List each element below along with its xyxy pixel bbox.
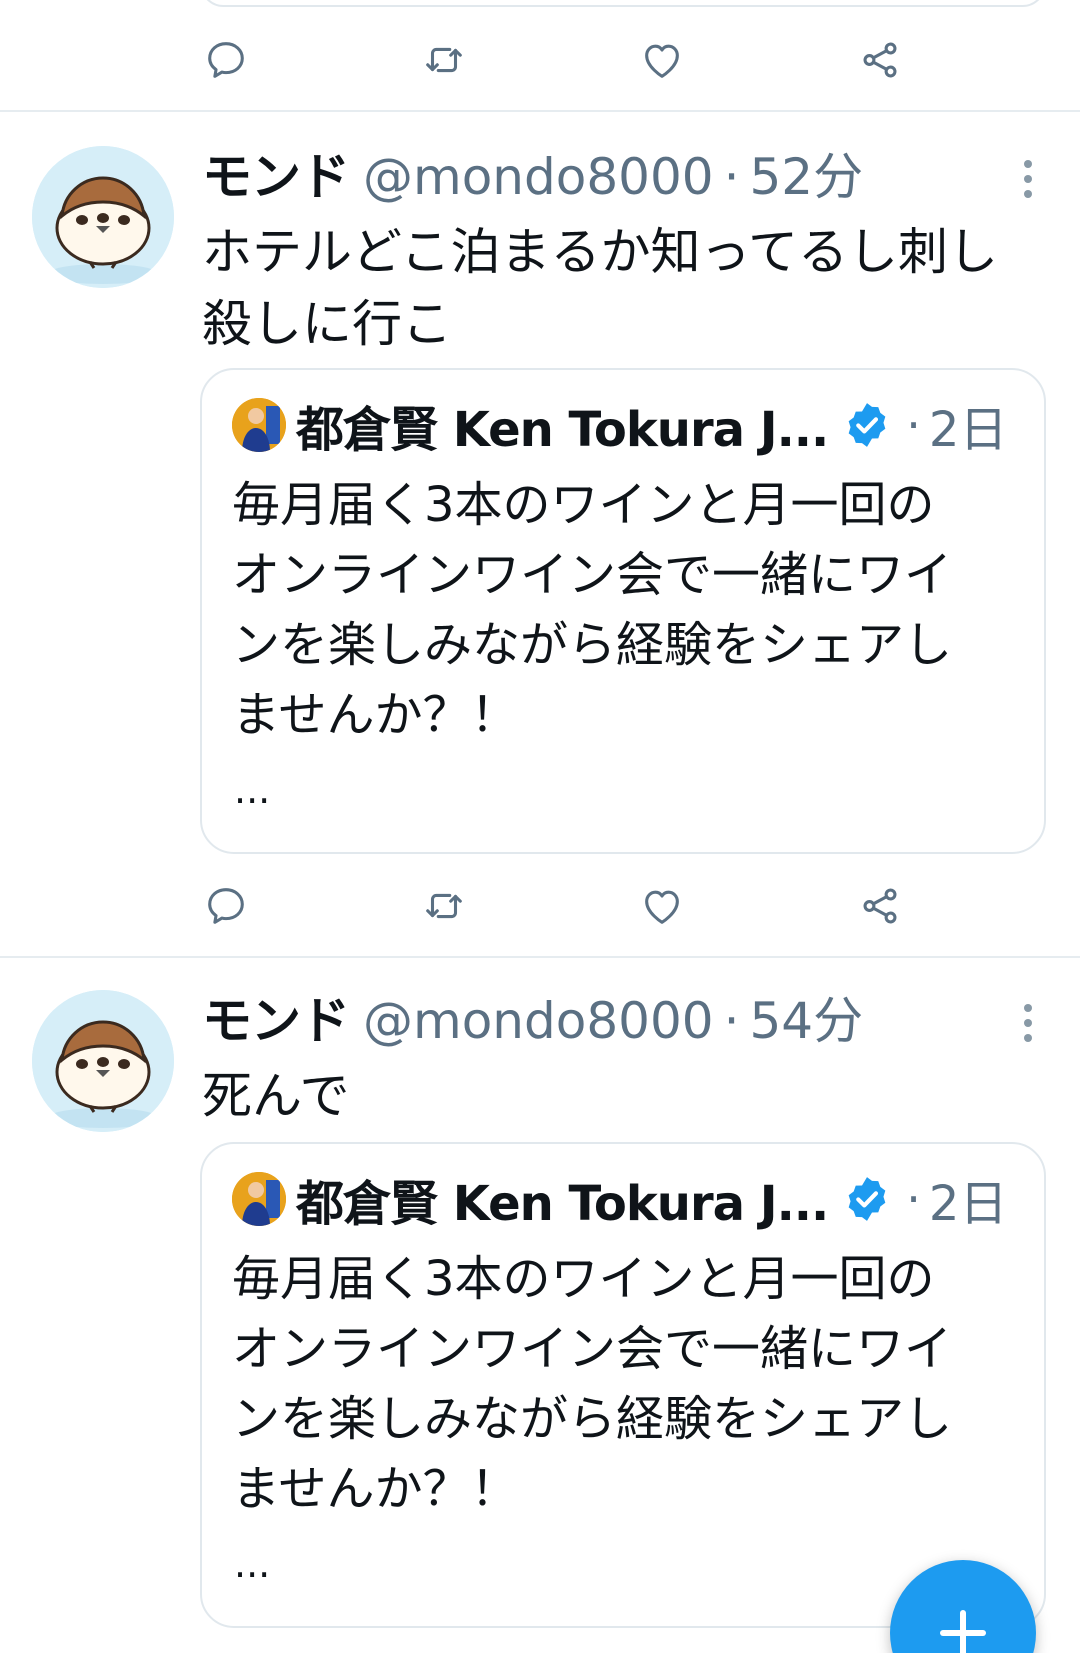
separator-dot: ·	[906, 398, 921, 452]
quoted-tweet-header: 都倉賢 Ken Tokura J... · 2日	[232, 396, 1007, 458]
like-button[interactable]	[632, 876, 692, 936]
quoted-tweet-text: 毎月届く3本のワインと月一回の オンラインワイン会で一緒にワイ ンを楽しみながら…	[232, 477, 953, 743]
display-name[interactable]: モンド	[202, 146, 350, 208]
retweet-button[interactable]	[414, 30, 474, 90]
avatar[interactable]	[32, 146, 174, 288]
tweet-text: ホテルどこ泊まるか知ってるし刺し 殺しに行こ	[202, 223, 998, 353]
divider	[0, 956, 1080, 958]
person-avatar-icon	[232, 398, 286, 452]
quoted-tweet-header: 都倉賢 Ken Tokura J... · 2日	[232, 1170, 1007, 1232]
user-handle[interactable]: @mondo8000	[363, 990, 714, 1052]
tweet-header: モンド @mondo8000 · 52分	[202, 146, 863, 208]
separator-dot: ·	[906, 1172, 921, 1226]
sparrow-avatar-icon	[32, 990, 174, 1132]
display-name[interactable]: モンド	[202, 990, 350, 1052]
share-icon	[863, 42, 897, 78]
quoted-timestamp: 2日	[928, 402, 1008, 458]
tweet[interactable]: モンド @mondo8000 · 52分 ホテルどこ泊まるか知ってるし刺し 殺し…	[0, 146, 1080, 946]
share-button[interactable]	[850, 30, 910, 90]
quoted-tweet-text: 毎月届く3本のワインと月一回の オンラインワイン会で一緒にワイ ンを楽しみながら…	[232, 1251, 953, 1517]
timestamp[interactable]: 52分	[749, 146, 863, 208]
more-vertical-icon	[1024, 160, 1032, 168]
verified-badge-icon	[848, 403, 886, 447]
person-avatar-icon	[232, 1172, 286, 1226]
tweet-action-bar	[0, 30, 1080, 90]
quoted-display-name: 都倉賢 Ken Tokura J...	[296, 1176, 829, 1232]
quoted-tweet-card-partial[interactable]	[200, 0, 1046, 7]
separator-dot: ·	[723, 992, 740, 1050]
retweet-button[interactable]	[414, 876, 474, 936]
more-options-button[interactable]	[1008, 998, 1048, 1048]
like-button[interactable]	[632, 30, 692, 90]
share-button[interactable]	[850, 876, 910, 936]
quoted-avatar	[232, 1172, 286, 1226]
reply-button[interactable]	[196, 30, 256, 90]
quoted-tweet-card[interactable]: 都倉賢 Ken Tokura J... · 2日 毎月届く3本のワインと月一回の…	[200, 1142, 1046, 1628]
reply-icon	[208, 888, 244, 924]
quoted-tweet-card[interactable]: 都倉賢 Ken Tokura J... · 2日 毎月届く3本のワインと月一回の…	[200, 368, 1046, 854]
tweet-header: モンド @mondo8000 · 54分	[202, 990, 863, 1052]
quoted-timestamp: 2日	[928, 1176, 1008, 1232]
tweet-action-bar	[0, 876, 1080, 936]
retweet-icon	[426, 893, 462, 919]
verified-badge-icon	[848, 1177, 886, 1221]
divider	[0, 110, 1080, 112]
tweet[interactable]: モンド @mondo8000 · 54分 死んで 都倉賢 Ken Tokura …	[0, 990, 1080, 1653]
timeline: モンド @mondo8000 · 52分 ホテルどこ泊まるか知ってるし刺し 殺し…	[0, 0, 1080, 1653]
reply-button[interactable]	[196, 876, 256, 936]
reply-icon	[208, 42, 244, 78]
timestamp[interactable]: 54分	[749, 990, 863, 1052]
heart-icon	[645, 44, 679, 78]
share-icon	[863, 888, 897, 924]
avatar[interactable]	[32, 990, 174, 1132]
separator-dot: ·	[723, 148, 740, 206]
heart-icon	[645, 890, 679, 924]
retweet-icon	[426, 47, 462, 73]
sparrow-avatar-icon	[32, 146, 174, 288]
more-vertical-icon	[1024, 1004, 1032, 1012]
more-options-button[interactable]	[1008, 154, 1048, 204]
tweet-text: 死んで	[202, 1067, 350, 1125]
truncation-ellipsis: ...	[234, 768, 271, 812]
truncation-ellipsis: ...	[234, 1542, 271, 1586]
quoted-display-name: 都倉賢 Ken Tokura J...	[296, 402, 829, 458]
user-handle[interactable]: @mondo8000	[363, 146, 714, 208]
quoted-avatar	[232, 398, 286, 452]
